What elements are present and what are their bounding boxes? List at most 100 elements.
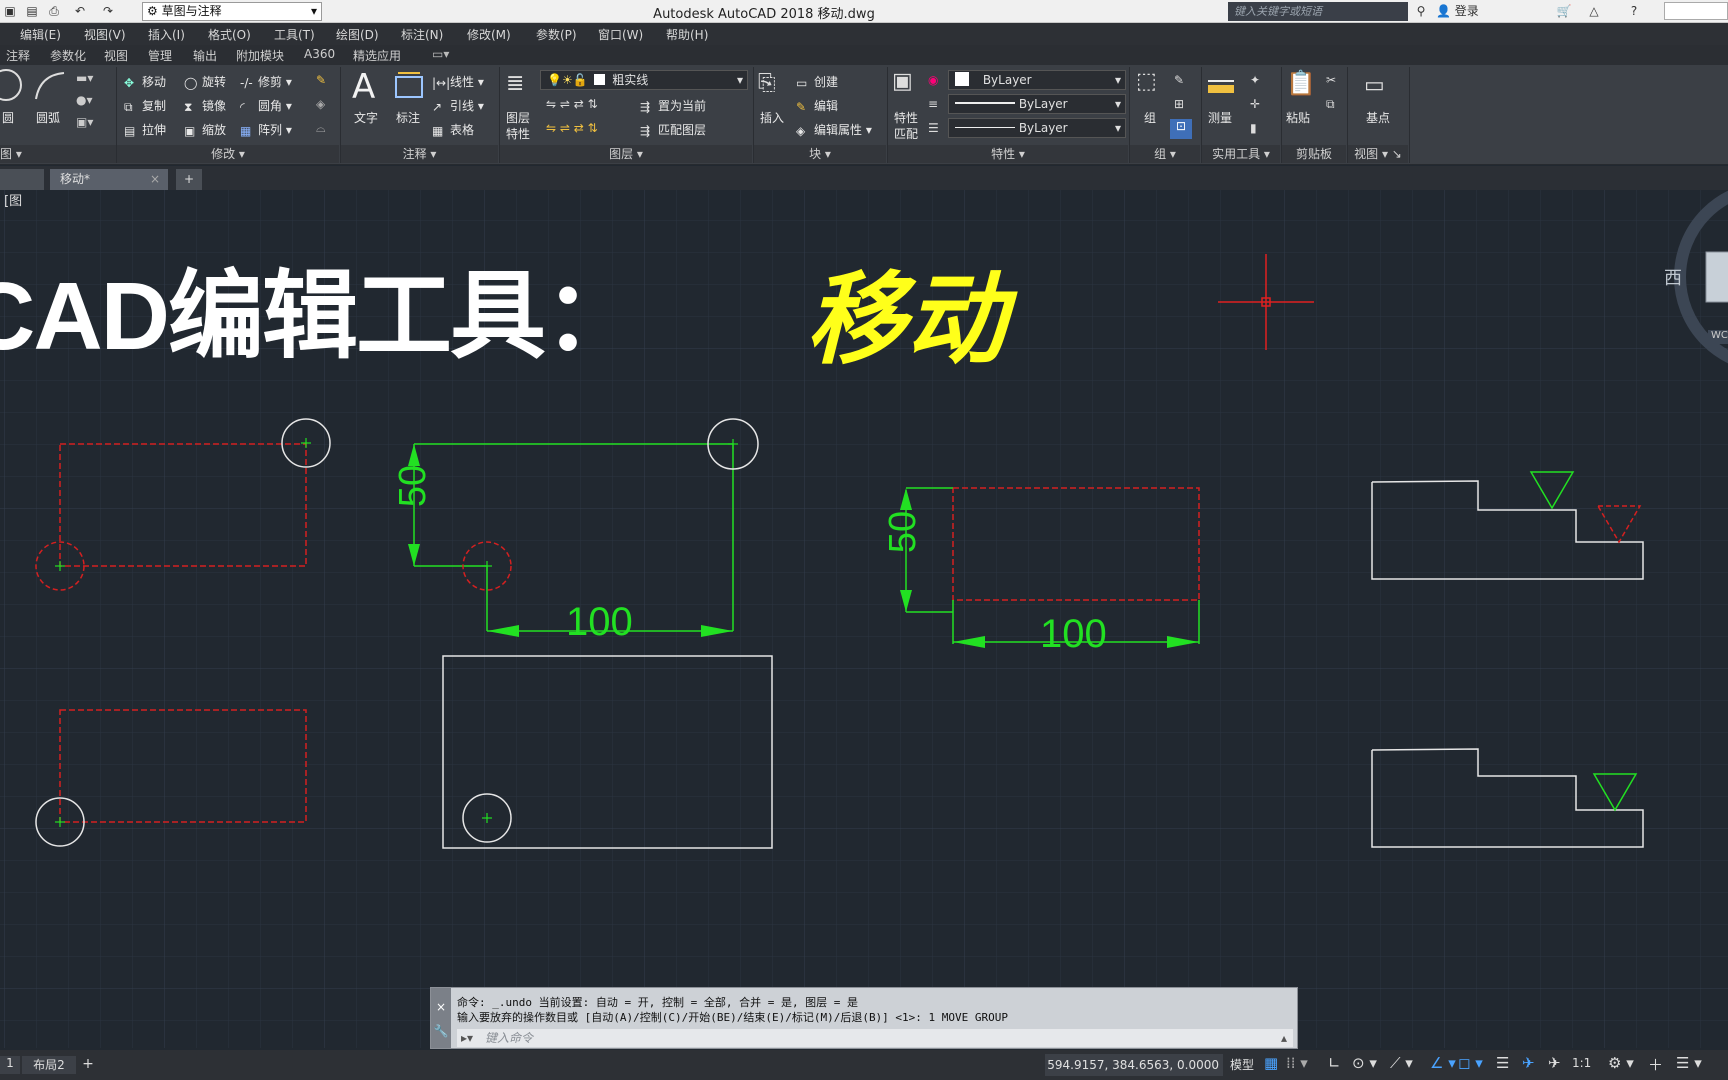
trim-button[interactable]: -/- 修剪 ▾ [240,73,292,90]
layer-properties-label-1[interactable]: 图层 [506,109,530,126]
lineweight-dropdown[interactable]: ByLayer ▾ [948,118,1126,138]
group-select-toggle[interactable]: ⊡ [1170,119,1192,139]
coordinates-readout[interactable]: 594.9157, 384.6563, 0.0000 [1045,1054,1223,1076]
menu-draw[interactable]: 绘图(D) [336,26,379,43]
layer-dropdown[interactable]: 💡☀🔓 粗实线 ▾ [540,70,748,90]
cart-icon[interactable]: 🛒 [1554,2,1574,20]
polar-toggle-icon[interactable]: ⊙ ▾ [1352,1054,1377,1072]
layer-tools-row1[interactable]: ⇋ ⇌ ⇄ ⇅ [546,97,598,111]
grid-toggle-icon[interactable]: ▦ [1264,1054,1278,1072]
close-icon[interactable]: × [431,1000,451,1014]
view-panel-title[interactable]: 视图 ▾ ↘ [1348,145,1408,163]
dim-text-horizontal-2[interactable]: 100 [1040,612,1107,657]
measure-icon[interactable] [1206,75,1236,97]
text-label[interactable]: 文字 [354,109,378,126]
add-layout-button[interactable]: + [78,1056,98,1074]
rotate-button[interactable]: ◯ 旋转 [184,73,226,90]
region-icon[interactable]: ▣▾ [76,115,93,129]
paste-label[interactable]: 粘贴 [1286,109,1310,126]
menu-tools[interactable]: 工具(T) [274,26,315,43]
viewcube-west-label[interactable]: 西 [1664,264,1682,290]
model-space-button[interactable]: 模型 [1230,1056,1254,1073]
layer-properties-label-2[interactable]: 特性 [506,125,530,142]
tab-parametric[interactable]: 参数化 [50,47,86,64]
layer-properties-icon[interactable]: ≣ [506,71,524,96]
match-properties-label-1[interactable]: 特性 [894,109,918,126]
offset-icon[interactable]: ⌓ [316,121,326,136]
arc-icon[interactable] [34,71,66,101]
menu-modify[interactable]: 修改(M) [467,26,511,43]
tab-addins[interactable]: 附加模块 [236,47,284,64]
edit-attributes-button[interactable]: ◈ 编辑属性 ▾ [796,121,872,138]
menu-help[interactable]: 帮助(H) [666,26,708,43]
help-icon[interactable]: ? [1624,2,1644,20]
measure-label[interactable]: 测量 [1208,109,1232,126]
match-properties-icon[interactable]: ▣ [892,69,913,94]
properties-panel-title[interactable]: 特性 ▾ [888,145,1128,163]
object-snap-tracking-icon[interactable]: ∠ ▾ [1430,1054,1456,1072]
snap-toggle-icon[interactable]: ⁞⁞ ▾ [1286,1054,1308,1072]
tab-options-icon[interactable]: ▭▾ [432,47,449,61]
customize-icon[interactable]: ☰ ▾ [1676,1054,1702,1072]
auto-scale-icon[interactable]: ✈ [1548,1054,1561,1072]
explode-icon[interactable]: ◈ [316,97,325,111]
tab-view[interactable]: 视图 [104,47,128,64]
text-icon[interactable]: A [352,67,375,107]
doc-tab-start[interactable] [0,169,44,190]
menu-window[interactable]: 窗口(W) [598,26,643,43]
window-controls[interactable] [1664,2,1728,20]
annotation-visibility-icon[interactable]: ✈ [1522,1054,1535,1072]
group-icon[interactable]: ⬚ [1136,69,1157,94]
lineweight-toggle-icon[interactable]: ☰ [1496,1054,1509,1072]
circle-icon[interactable] [0,69,22,101]
tab-a360[interactable]: A360 [304,47,335,61]
layout-tab-1[interactable]: 1 [0,1056,20,1074]
menu-insert[interactable]: 插入(I) [148,26,185,43]
command-grip[interactable]: × 🔧 [431,988,451,1048]
copy-clip-icon[interactable]: ⧉ [1326,97,1335,112]
move-button[interactable]: ✥ 移动 [124,73,166,90]
match-layer-button[interactable]: ⇶ 匹配图层 [640,121,706,138]
group-label[interactable]: 组 [1144,109,1156,126]
scale-button[interactable]: ▣ 缩放 [184,121,226,138]
groups-panel-title[interactable]: 组 ▾ [1130,145,1200,163]
tab-manage[interactable]: 管理 [148,47,172,64]
menu-dimension[interactable]: 标注(N) [401,26,443,43]
block-panel-title[interactable]: 块 ▾ [754,145,886,163]
dimension-icon[interactable] [394,71,424,101]
table-button[interactable]: ▦ 表格 [432,121,474,138]
stretch-button[interactable]: ▤ 拉伸 [124,121,166,138]
insert-block-icon[interactable]: ⎘ [758,71,776,96]
menu-parametric[interactable]: 参数(P) [536,26,577,43]
search-input[interactable]: 键入关键字或短语 [1228,2,1408,21]
leader-button[interactable]: ↗ 引线 ▾ [432,97,484,114]
array-button[interactable]: ▦ 阵列 ▾ [240,121,292,138]
menu-edit[interactable]: 编辑(E) [20,26,61,43]
a360-icon[interactable]: △ [1584,2,1604,20]
object-snap-icon[interactable]: ◻ ▾ [1458,1054,1483,1072]
color-dropdown[interactable]: ByLayer ▾ [948,70,1126,90]
dimension-label[interactable]: 标注 [396,109,420,126]
chevron-up-icon[interactable]: ▴ [1281,1029,1287,1047]
fillet-button[interactable]: ◜ 圆角 ▾ [240,97,292,114]
close-icon[interactable]: × [150,169,160,190]
dim-text-vertical-2[interactable]: 50 [882,510,926,554]
edit-block-button[interactable]: ✎ 编辑 [796,97,838,114]
id-point-icon[interactable]: ✦ [1250,73,1260,87]
dim-text-horizontal-1[interactable]: 100 [566,600,633,645]
tab-annotate[interactable]: 注释 [6,47,30,64]
linear-button[interactable]: |↔|线性 ▾ [432,73,484,90]
ortho-toggle-icon[interactable]: ∟ [1328,1054,1341,1072]
point-icon[interactable]: ✛ [1250,97,1260,111]
line-tools-icon[interactable]: ▬▾ [76,71,93,85]
layer-tools-row2[interactable]: ⇋ ⇌ ⇄ ⇅ [546,121,598,135]
viewcube-face[interactable] [1705,251,1728,303]
tab-output[interactable]: 输出 [193,47,217,64]
group-edit-icon[interactable]: ⊞ [1174,97,1184,111]
annotation-panel-title[interactable]: 注释 ▾ [341,145,498,163]
copy-button[interactable]: ⧉ 复制 [124,97,166,114]
modify-panel-title[interactable]: 修改 ▾ [117,145,339,163]
linetype-dropdown[interactable]: ByLayer ▾ [948,94,1126,114]
viewport-label[interactable]: [图 [4,190,22,209]
cut-icon[interactable]: ✂ [1326,73,1336,87]
